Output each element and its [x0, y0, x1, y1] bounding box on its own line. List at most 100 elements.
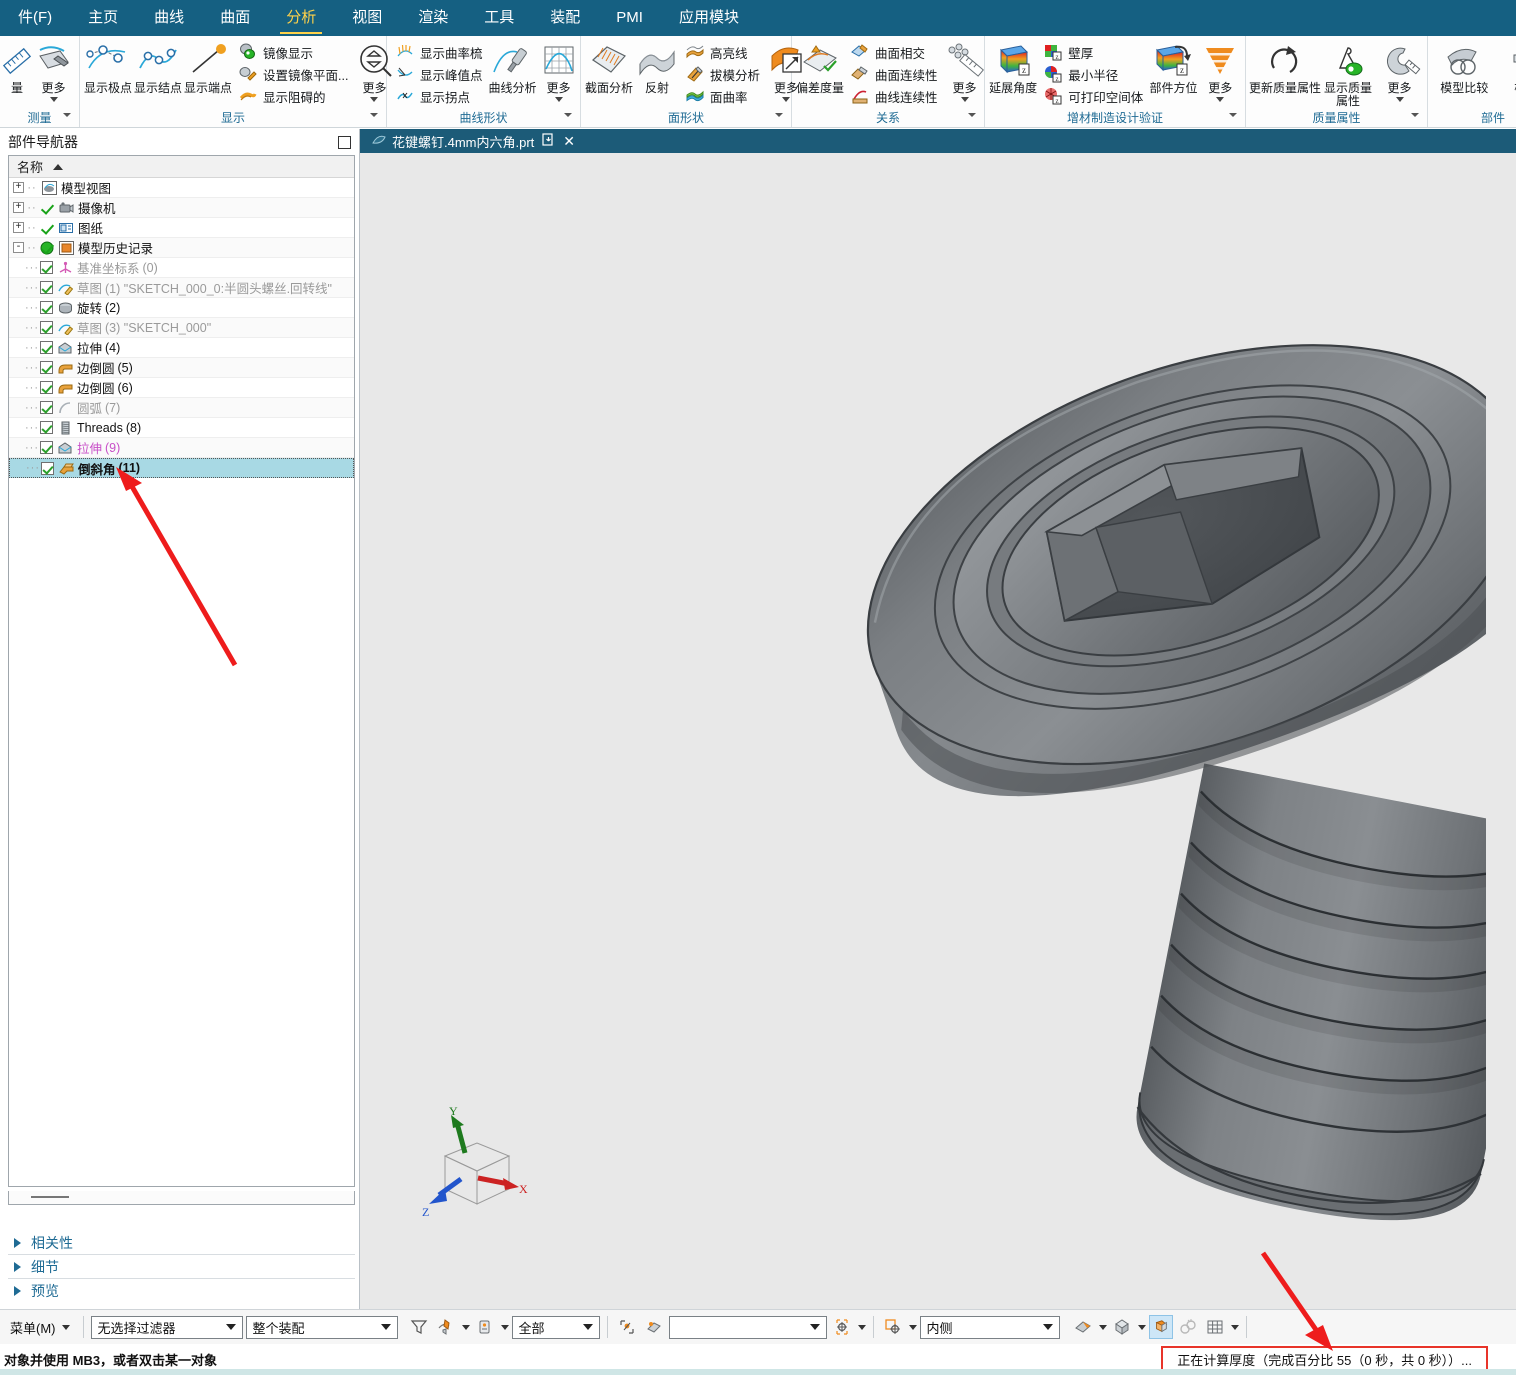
selection-scope-combo[interactable]: 整个装配	[245, 1315, 398, 1339]
update-mass-props-button[interactable]: 更新质量属性	[1249, 38, 1321, 95]
graphics-viewport[interactable]: Y X Z	[360, 153, 1516, 1309]
sort-ascending-icon[interactable]	[53, 163, 64, 170]
tree-row-revolve-2[interactable]: ··· 旋转 (2)	[9, 298, 354, 318]
ribbon-tab-view[interactable]: 视图	[334, 0, 400, 36]
ribbon-tab-surface[interactable]: 曲面	[202, 0, 268, 36]
chevron-down-icon[interactable]	[380, 1324, 391, 1330]
feature-suppress-checkbox[interactable]	[40, 261, 53, 274]
curve-continuity-button[interactable]: 曲线连续性	[846, 85, 942, 107]
feature-suppress-checkbox[interactable]	[40, 401, 53, 414]
show-inflection-points-button[interactable]: 显示拐点	[391, 85, 487, 107]
show-poles-button[interactable]: 显示极点	[84, 38, 132, 95]
panel-pin-icon[interactable]	[338, 135, 351, 149]
chevron-down-icon[interactable]	[960, 97, 969, 102]
chevron-down-icon[interactable]	[908, 1324, 917, 1330]
mirror-display-button[interactable]: 镜像显示	[234, 41, 352, 63]
tree-row-drawings[interactable]: + ·· 图纸	[9, 218, 354, 238]
selection-filter-combo[interactable]: 无选择过滤器	[90, 1315, 243, 1339]
expander-icon[interactable]: +	[13, 222, 24, 233]
side-combo[interactable]: 内侧	[919, 1315, 1060, 1339]
filter-funnel-icon[interactable]	[407, 1315, 431, 1339]
tree-row-edge-blend-6[interactable]: ··· 边倒圆 (6)	[9, 378, 354, 398]
wall-thickness-button[interactable]: z 壁厚	[1039, 41, 1147, 63]
chevron-down-icon[interactable]	[49, 97, 58, 102]
chevron-down-icon[interactable]	[461, 1324, 470, 1330]
link-objects-icon[interactable]	[1176, 1315, 1200, 1339]
tree-row-cameras[interactable]: + ·· 摄像机	[9, 198, 354, 218]
ribbon-tab-tools[interactable]: 工具	[466, 0, 532, 36]
expander-icon[interactable]: +	[13, 182, 24, 193]
chevron-down-icon[interactable]	[857, 1324, 866, 1330]
model-compare-button[interactable]: 模型比较	[1432, 38, 1497, 95]
screw-model-3d[interactable]	[360, 153, 1486, 1239]
measure-more-button[interactable]: 更多	[32, 38, 75, 102]
feature-suppress-checkbox[interactable]	[40, 341, 53, 354]
min-radius-button[interactable]: z 最小半径	[1039, 63, 1147, 85]
face-curvature-button[interactable]: 面曲率	[681, 85, 764, 107]
section-dependencies[interactable]: 相关性	[8, 1231, 355, 1255]
deviation-gauge-button[interactable]: 偏差度量	[796, 38, 844, 95]
grid-icon[interactable]	[1203, 1315, 1227, 1339]
feature-suppress-checkbox[interactable]	[41, 461, 54, 475]
snap-mode-combo[interactable]	[668, 1315, 827, 1339]
render-style-toggle[interactable]	[1148, 1315, 1173, 1339]
curve-more-button[interactable]: 更多	[539, 38, 579, 102]
tree-row-sketch-3[interactable]: ··· 草图 (3) "SKETCH_000"	[9, 318, 354, 338]
group-expand-am-icon[interactable]	[1229, 113, 1237, 117]
ribbon-tab-render[interactable]: 渲染	[400, 0, 466, 36]
show-obstructed-button[interactable]: 显示阻碍的	[234, 85, 352, 107]
tree-horizontal-scrollbar[interactable]	[8, 1191, 355, 1205]
set-mirror-plane-button[interactable]: 设置镜像平面...	[234, 63, 352, 85]
snap-entity-icon[interactable]	[642, 1315, 666, 1339]
tree-row-extrude-9[interactable]: ··· 拉伸 (9)	[9, 438, 354, 458]
shaded-view-icon[interactable]	[1071, 1315, 1095, 1339]
snap-point-icon[interactable]	[615, 1315, 639, 1339]
relations-more-button[interactable]: 更多	[944, 38, 986, 102]
tree-column-header-name[interactable]: 名称	[9, 156, 354, 178]
tree-row-threads-8[interactable]: ··· Threads (8)	[9, 418, 354, 438]
document-tab[interactable]: 花键螺钉.4mm内六角.prt ✕	[366, 129, 582, 153]
chevron-down-icon[interactable]	[1042, 1324, 1053, 1330]
show-peak-points-button[interactable]: 显示峰值点	[391, 63, 487, 85]
highlight-lines-button[interactable]: 高亮线	[681, 41, 764, 63]
group-expand-display-icon[interactable]	[370, 113, 378, 117]
group-expand-mass-icon[interactable]	[1411, 113, 1419, 117]
show-knots-button[interactable]: 显示结点	[134, 38, 182, 95]
feature-suppress-checkbox[interactable]	[40, 301, 53, 314]
tree-row-datum-csys[interactable]: ··· 基准坐标系 (0)	[9, 258, 354, 278]
section-details[interactable]: 细节	[8, 1255, 355, 1279]
tree-row-arc-7[interactable]: ··· 圆弧 (7)	[9, 398, 354, 418]
ribbon-tab-pmi[interactable]: PMI	[598, 0, 661, 36]
select-face-icon[interactable]	[434, 1315, 458, 1339]
tree-row-chamfer-11[interactable]: ··· 倒斜角 (11)	[9, 458, 354, 478]
section-analysis-button[interactable]: 截面分析	[585, 38, 633, 95]
curve-analysis-button[interactable]: 曲线分析	[489, 38, 537, 95]
chevron-right-icon[interactable]	[14, 1261, 21, 1272]
menu-button[interactable]: 菜单(M)	[4, 1318, 76, 1337]
group-expand-face-icon[interactable]	[775, 113, 783, 117]
select-feature-icon[interactable]	[473, 1315, 497, 1339]
measure-button[interactable]: 量	[2, 38, 32, 95]
chevron-down-icon[interactable]	[1098, 1324, 1107, 1330]
chevron-down-icon[interactable]	[554, 97, 563, 102]
group-expand-curve-icon[interactable]	[564, 113, 572, 117]
tree-row-sketch-1[interactable]: ··· 草图 (1) "SKETCH_000_0:半圆头螺丝.回转线"	[9, 278, 354, 298]
wcs-origin-icon[interactable]	[881, 1315, 905, 1339]
datum-point-icon[interactable]	[830, 1315, 854, 1339]
show-curvature-comb-button[interactable]: 显示曲率梳	[391, 41, 487, 63]
chevron-right-icon[interactable]	[14, 1237, 21, 1248]
feature-suppress-checkbox[interactable]	[40, 361, 53, 374]
expander-icon[interactable]: -	[13, 242, 24, 253]
feature-suppress-checkbox[interactable]	[40, 321, 53, 334]
examine-button[interactable]: 检查	[1499, 38, 1516, 95]
chevron-down-icon[interactable]	[370, 97, 379, 102]
chevron-down-icon[interactable]	[1216, 97, 1225, 102]
ribbon-tab-assemblies[interactable]: 装配	[532, 0, 598, 36]
overhang-angle-button[interactable]: z 延展角度	[989, 38, 1037, 95]
feature-suppress-checkbox[interactable]	[40, 421, 53, 434]
group-expand-relations-icon[interactable]	[968, 113, 976, 117]
section-preview[interactable]: 预览	[8, 1279, 355, 1303]
feature-tree[interactable]: 名称 + ·· 模型视图 + ·· 摄像机 + ·· 图纸 - ·· 模型历史记…	[8, 155, 355, 1187]
show-endpoints-button[interactable]: 显示端点	[184, 38, 232, 95]
feature-suppress-checkbox[interactable]	[40, 441, 53, 454]
